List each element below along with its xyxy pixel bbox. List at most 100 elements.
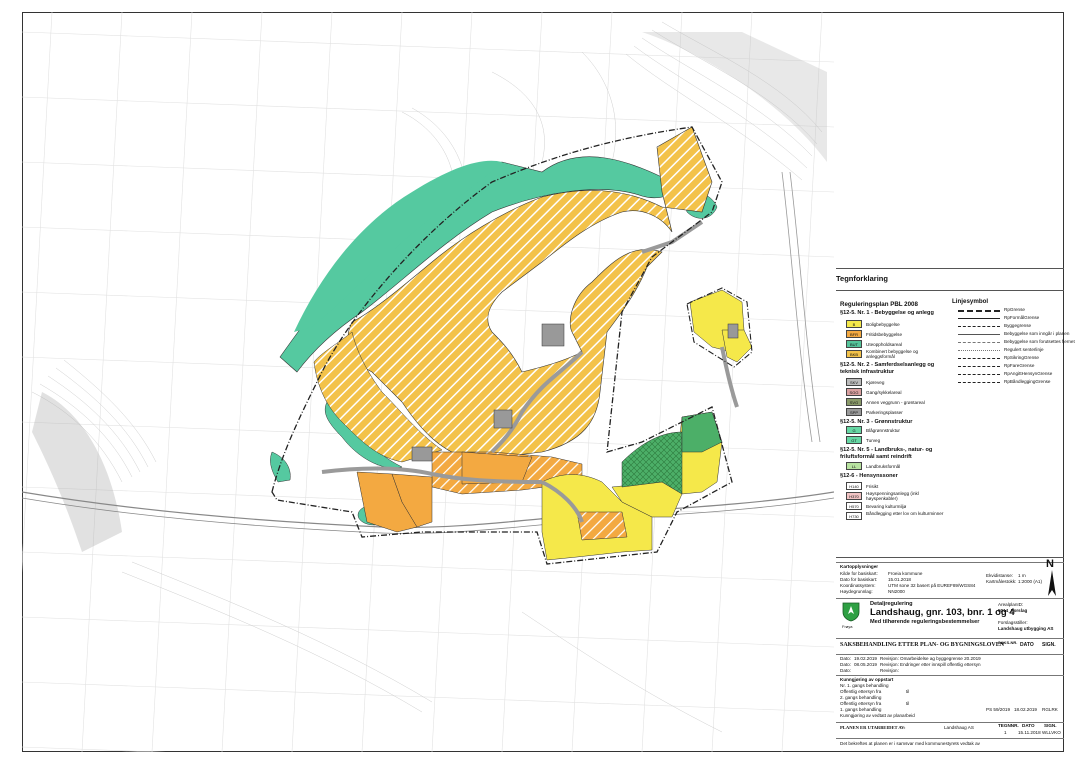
kart-row-2-label: Koordinatsystem:	[840, 583, 876, 588]
rev-1-text: Endringer etter innspill offentlig etter…	[900, 662, 981, 667]
legend-line-title: Linjesymbol	[952, 298, 989, 305]
rev-1-rev-label: Revisjon:	[880, 662, 899, 667]
line-symbol-6	[958, 358, 1000, 359]
drawing-label: TEGNNR.	[998, 723, 1019, 728]
north-arrow-icon	[1048, 570, 1056, 596]
process-row-0: Kunngjøring av oppstart	[840, 677, 894, 682]
rev-2-label: Dato:	[840, 668, 851, 673]
process-row-5: 1. gangs behandling	[840, 707, 882, 712]
process-row-4-til: til	[906, 701, 910, 706]
legend-swatch-skv: SKV	[846, 378, 862, 386]
legend-label-h730: Båndlegging etter lov om kulturminner	[866, 511, 944, 516]
line-label-3: Bebyggelse som inngår i planen	[1004, 331, 1070, 336]
legend-title: Tegnforklaring	[836, 274, 888, 283]
sign-label: SIGN.	[1044, 723, 1057, 728]
legend-label-svg: Annen veggrunn - grøntareal	[866, 400, 925, 405]
process-title: SAKSBEHANDLING ETTER PLAN- OG BYGNINGSLO…	[840, 642, 1005, 648]
rev-1-label: Dato:	[840, 662, 851, 667]
legend-swatch-bfr: BFR	[846, 330, 862, 338]
road-north-edge	[789, 171, 821, 443]
kart-row-1-value: 15.01.2018	[888, 577, 911, 582]
process-row-4: Offentlig ettersyn fra	[840, 701, 882, 706]
rev-0-label: Dato:	[840, 656, 851, 661]
legend-label-ll: Landbruksformål	[866, 464, 901, 469]
legend-label-h570: Bevaring kulturmiljø	[866, 504, 907, 509]
line-label-7: RpFareGrense	[1004, 363, 1035, 368]
municipal-coat-of-arms-icon	[842, 602, 860, 622]
legend-swatch-h730: H730	[846, 512, 862, 520]
legend-label-gt: Turveg	[866, 438, 881, 443]
equidistance-label: Ekvidistanse:	[986, 573, 1014, 578]
legend-section-1: §12-5. Nr. 1 - Bebyggelse og anlegg	[840, 310, 934, 316]
kart-header: Kartopplysninger	[840, 564, 879, 569]
legend-label-skv: Kjøreveg	[866, 380, 885, 385]
line-label-8: RpAngittHensynGrense	[1004, 371, 1053, 376]
legend-label-spp: Parkeringsplasser	[866, 410, 903, 415]
process-row-3: 2. gangs behandling	[840, 695, 882, 700]
line-symbol-0	[958, 310, 1000, 312]
col-saksnr: SAKS-NR.	[998, 640, 1018, 645]
road-north	[781, 171, 813, 443]
legend-label-sgg: Gang/sykkelareal	[866, 390, 902, 395]
legend-swatch-gt: GT	[846, 436, 862, 444]
kart-row-0-value: Froeia kommune	[888, 571, 923, 576]
line-symbol-8	[958, 374, 1000, 375]
legend-label-h140: Frisikt	[866, 484, 879, 489]
proposer-value: Landshaug utbygging AS	[998, 626, 1054, 631]
scale-value: 1:2000 (A1)	[1018, 579, 1043, 584]
kart-row-2-value: UTM sone 32 basert på EUREF89/WGS84	[888, 583, 976, 588]
rev-0-rev-label: Revisjon:	[880, 656, 899, 661]
rev-0-text: Omarbeidelse ag byggegrense 20.2019	[900, 656, 981, 661]
process-row-6: Kunngjøring av vedtatt av planarbeid	[840, 713, 915, 718]
map-legend: Tegnforklaring Reguleringsplan PBL 2008 …	[836, 268, 1075, 558]
line-label-9: RpBåndleggingGrense	[1004, 379, 1051, 384]
legend-swatch-h370: H370	[846, 492, 862, 500]
process-date: 18.02.2019	[1014, 707, 1037, 712]
legend-swatch-g: G	[846, 426, 862, 434]
drawing-date: 15.11.2018	[1018, 730, 1041, 735]
line-symbol-2	[958, 326, 1000, 327]
line-symbol-9	[958, 382, 1000, 383]
zoning-map	[22, 12, 834, 752]
plan-subtitle: Med tilhørende reguleringsbestemmelser	[870, 619, 980, 625]
proposer-label: Forslagsstiller:	[998, 620, 1028, 625]
zone-leisure-southeast	[576, 511, 628, 541]
legend-label-but: Uteoppholdsareal	[866, 342, 903, 347]
rev-1-date: 08.05.2019	[854, 662, 877, 667]
line-symbol-5	[958, 350, 1000, 351]
legend-swatch-h570: H570	[846, 502, 862, 510]
kart-row-0-label: Kilde for basiskart:	[840, 571, 878, 576]
process-row-2-til: til	[906, 689, 910, 694]
kart-row-3-value: NN2000	[888, 589, 905, 594]
line-label-5: Regulert senterlinje	[1004, 347, 1044, 352]
rev-0-date: 19.02.2019	[854, 656, 877, 661]
legend-label-bfr: Fritidsbebyggelse	[866, 332, 903, 337]
legend-swatch-h140: H140	[846, 482, 862, 490]
legend-swatch-ll: LL	[846, 462, 862, 470]
legend-section-3: §12-5. Nr. 3 - Grønnstruktur	[840, 419, 913, 425]
kart-row-1-label: Dato for basiskart:	[840, 577, 878, 582]
legend-swatch-b: B	[846, 320, 862, 328]
legend-section-6: §12-6 - Hensynssoner	[840, 473, 898, 479]
arealplan-id: 5014_Forslag	[998, 608, 1028, 613]
kart-row-3-label: Høydegrunnlag:	[840, 589, 873, 594]
north-arrow-letter: N	[1046, 558, 1054, 570]
line-label-6: RpSikringGrense	[1004, 355, 1039, 360]
legend-swatch-sgg: SGG	[846, 388, 862, 396]
equidistance-value: 1 m	[1018, 573, 1026, 578]
process-ref: PS 59/2019	[986, 707, 1011, 712]
prepared-label: PLANEN ER UTARBEIDET AV:	[840, 725, 906, 730]
legend-label-bkb: Kombinert bebyggelse og anleggsformål	[866, 349, 919, 359]
drawing-no: 1	[1004, 730, 1007, 735]
rev-2-rev-label: Revisjon:	[880, 668, 899, 673]
arealplan-label: ArealplanID:	[998, 602, 1024, 607]
process-sign: RGLRK	[1042, 707, 1058, 712]
legend-section-5: §12-5. Nr. 5 - Landbruks-, natur- og fri…	[840, 447, 933, 460]
legend-label-b: Boligbebyggelse	[866, 322, 900, 327]
process-row-2: Offentlig ettersyn fra	[840, 689, 882, 694]
plan-sheet: Tegnforklaring Reguleringsplan PBL 2008 …	[0, 0, 1080, 763]
drawing-sign: WLLVKO	[1042, 730, 1061, 735]
legend-swatch-but: BUT	[846, 340, 862, 348]
zone-green-edge	[270, 451, 291, 483]
legend-plan-title: Reguleringsplan PBL 2008	[840, 301, 918, 308]
